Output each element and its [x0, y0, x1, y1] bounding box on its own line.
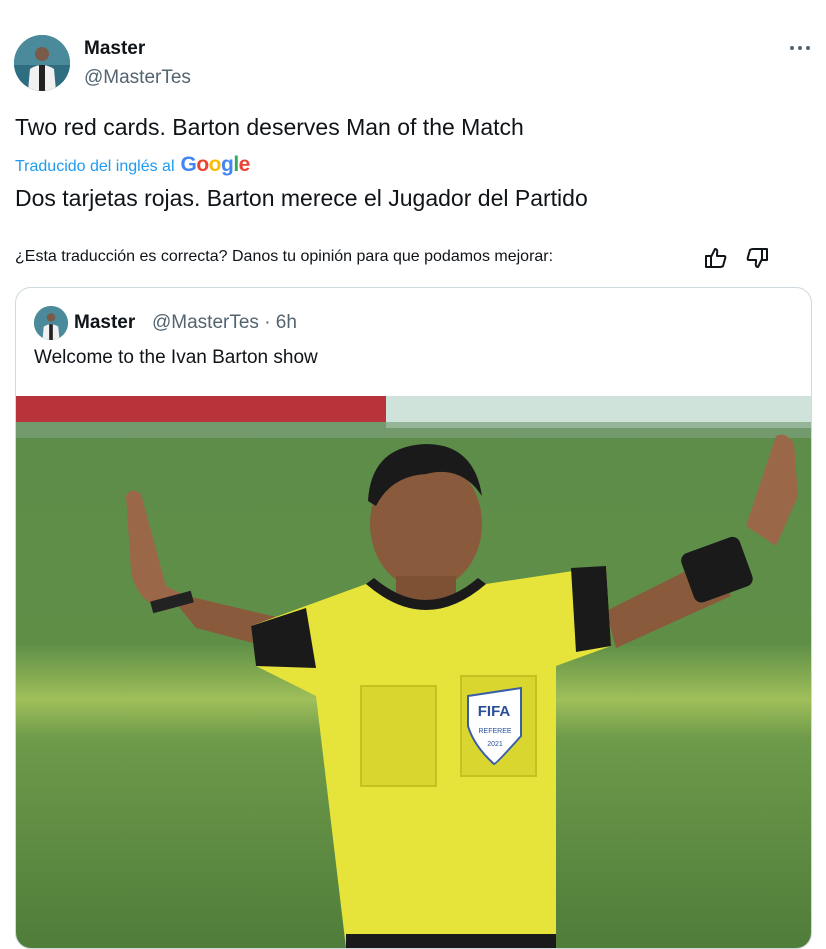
- quoted-author-name[interactable]: Master: [74, 312, 135, 334]
- translated-by-label[interactable]: Traducido del inglés al Google: [15, 153, 250, 177]
- badge-year-text: 2021: [487, 741, 503, 748]
- translated-label-text: Traducido del inglés al: [15, 158, 175, 175]
- author-name[interactable]: Master: [84, 38, 145, 60]
- quoted-tweet-text: Welcome to the Ivan Barton show: [34, 347, 318, 368]
- tweet-text: Two red cards. Barton deserves Man of th…: [15, 114, 524, 140]
- quoted-avatar[interactable]: [34, 306, 68, 340]
- thumbs-down-icon[interactable]: [744, 245, 770, 271]
- referee-badge-text: REFEREE: [478, 728, 511, 735]
- translated-text: Dos tarjetas rojas. Barton merece el Jug…: [15, 185, 588, 211]
- referee-photo[interactable]: FIFA REFEREE 2021: [16, 396, 811, 948]
- google-logo: Google: [180, 153, 251, 176]
- quoted-author-meta[interactable]: @MasterTes · 6h: [152, 312, 297, 334]
- quoted-tweet-card[interactable]: Master @MasterTes · 6h Welcome to the Iv…: [15, 287, 812, 949]
- translation-feedback-prompt: ¿Esta traducción es correcta? Danos tu o…: [15, 248, 554, 265]
- avatar[interactable]: [14, 35, 70, 91]
- thumbs-up-icon[interactable]: [703, 245, 729, 271]
- more-icon[interactable]: [788, 38, 812, 58]
- fifa-badge-text: FIFA: [478, 703, 511, 720]
- author-handle[interactable]: @MasterTes: [84, 67, 191, 89]
